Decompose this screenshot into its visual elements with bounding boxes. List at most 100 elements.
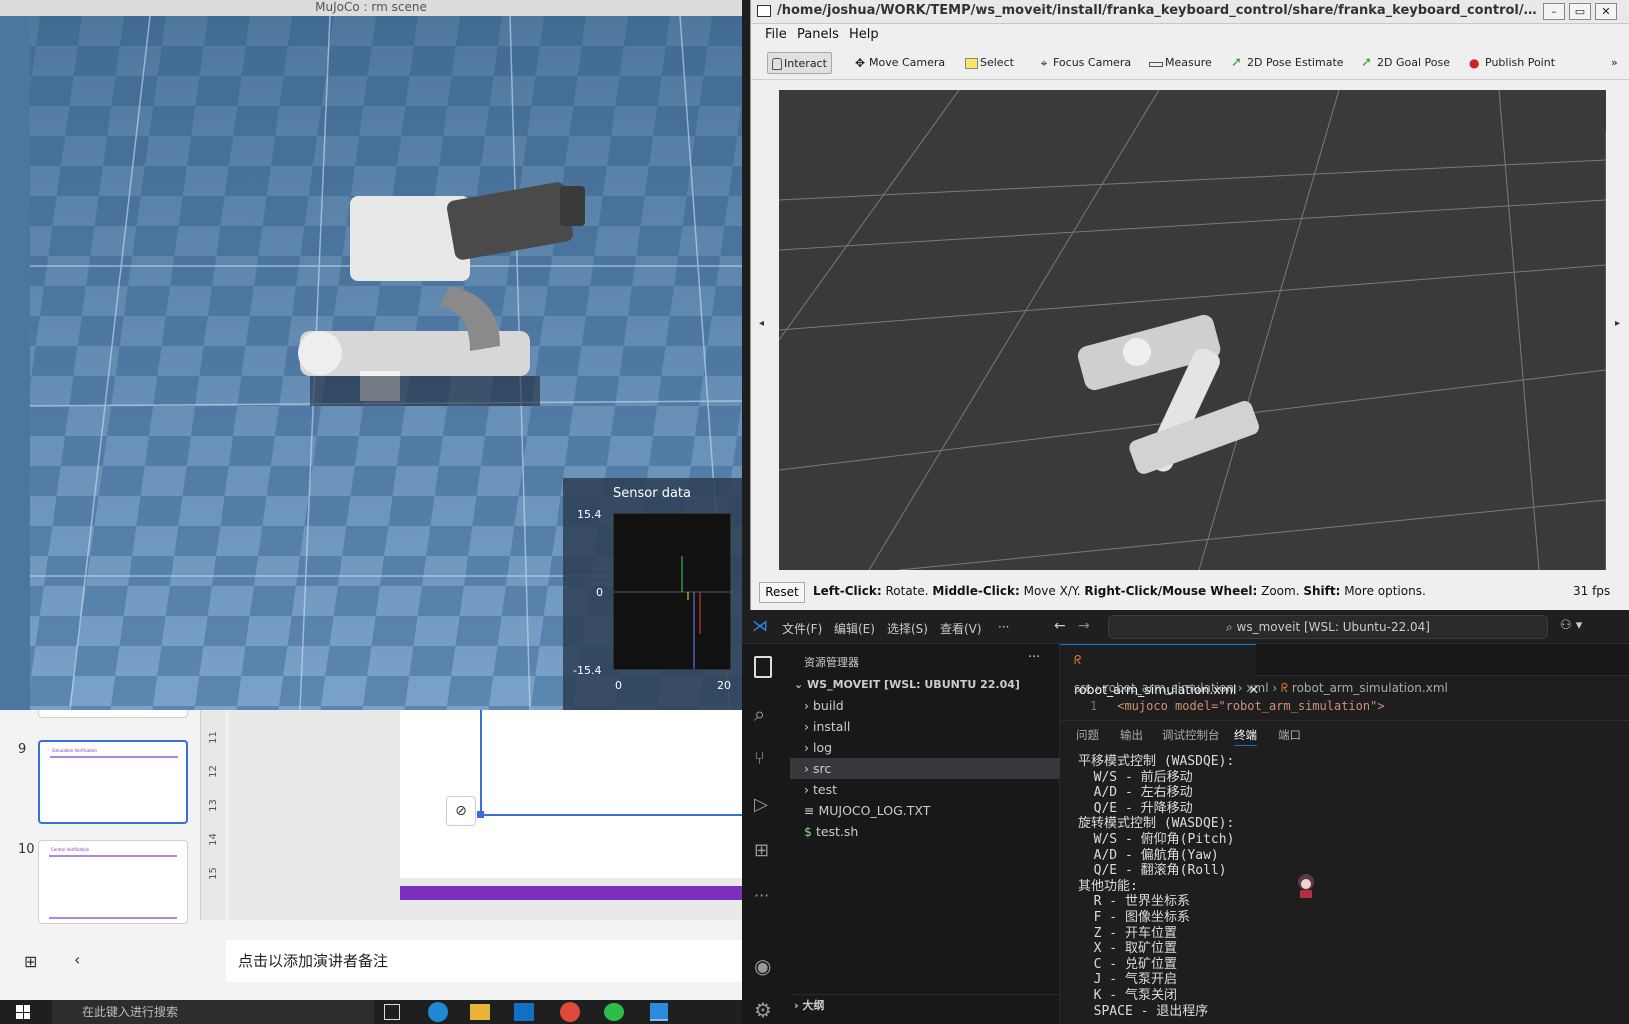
hide-pen-icon[interactable]: ⊘ xyxy=(446,796,476,826)
terminal-line: SPACE - 退出程序 xyxy=(1078,1003,1209,1019)
run-debug-icon[interactable]: ▷ xyxy=(754,794,778,818)
toolbar-overflow-icon[interactable]: » xyxy=(1607,52,1622,74)
task-view-icon[interactable] xyxy=(384,1004,400,1020)
chrome-icon[interactable] xyxy=(560,1002,580,1022)
slide-accent-bar xyxy=(400,886,742,900)
tree-folder-log[interactable]: › log xyxy=(790,737,1060,758)
tool-2d-pose-estimate[interactable]: ➚ 2D Pose Estimate xyxy=(1227,52,1348,74)
vscode-taskbar-icon[interactable] xyxy=(650,1003,668,1021)
collapse-left-icon[interactable]: ◂ xyxy=(759,318,764,329)
menu-more[interactable]: ··· xyxy=(998,620,1009,634)
source-control-icon[interactable]: ⑂ xyxy=(754,748,778,772)
wechat-icon[interactable] xyxy=(604,1003,624,1021)
slide-thumb-title: Control Verification xyxy=(51,847,90,852)
tool-select[interactable]: Select xyxy=(961,52,1018,74)
code-line[interactable]: 1 <mujoco model="robot_arm_simulation"> xyxy=(1060,696,1629,716)
panel-tab-output[interactable]: 输出 xyxy=(1120,727,1143,743)
explorer-more-icon[interactable]: ··· xyxy=(1028,650,1040,665)
window-icon xyxy=(757,5,771,17)
anime-sticker-icon xyxy=(1292,868,1320,900)
tool-measure[interactable]: Measure xyxy=(1145,52,1216,74)
tool-interact[interactable]: Interact xyxy=(767,52,832,74)
terminal-line: A/D - 偏航角(Yaw) xyxy=(1078,847,1219,863)
account-icon[interactable]: ◉ xyxy=(754,954,778,978)
selection-handle[interactable] xyxy=(477,811,484,818)
taskbar-search[interactable]: 在此键入进行搜索 xyxy=(52,1000,374,1024)
panel-tab-ports[interactable]: 端口 xyxy=(1278,727,1301,743)
menu-file[interactable]: File xyxy=(765,27,787,42)
minimize-button[interactable]: – xyxy=(1543,3,1565,20)
chevron-right-icon: › xyxy=(804,740,813,755)
tree-folder-install[interactable]: › install xyxy=(790,716,1060,737)
chevron-left-icon[interactable]: ‹ xyxy=(74,950,80,969)
slide-surface[interactable] xyxy=(400,710,742,878)
tree-folder-build[interactable]: › build xyxy=(790,695,1060,716)
tool-move-camera[interactable]: ✥ Move Camera xyxy=(849,52,949,74)
command-center[interactable]: ⌕ ws_moveit [WSL: Ubuntu-22.04] xyxy=(1108,615,1548,639)
sensor-ymax-tick: 15.4 xyxy=(577,508,602,521)
vscode-window: ⋊ 文件(F) 编辑(E) 选择(S) 查看(V) ··· ← → ⌕ ws_m… xyxy=(742,610,1629,1024)
tool-focus-camera[interactable]: ⌖ Focus Camera xyxy=(1033,52,1135,74)
panel-tab-debug-console[interactable]: 调试控制台 xyxy=(1162,727,1220,743)
more-views-icon[interactable]: ··· xyxy=(754,886,778,910)
forward-arrow-icon[interactable]: → xyxy=(1078,618,1090,634)
slide-editor-canvas[interactable]: ⊘ xyxy=(228,710,742,920)
editor-tabs: ᖇ robot_arm_simulation.xml ✕ xyxy=(1060,644,1629,697)
editor-tab-active[interactable]: ᖇ robot_arm_simulation.xml ✕ xyxy=(1060,644,1259,697)
settings-gear-icon[interactable]: ⚙ xyxy=(754,998,778,1022)
menu-help[interactable]: Help xyxy=(849,27,879,42)
terminal-line: W/S - 俯仰角(Pitch) xyxy=(1078,831,1235,847)
explorer-title: 资源管理器 xyxy=(804,656,859,669)
tool-2d-goal-pose[interactable]: ➚ 2D Goal Pose xyxy=(1357,52,1454,74)
sensor-xmax-tick: 20 xyxy=(717,679,731,692)
menu-panels[interactable]: Panels xyxy=(797,27,839,42)
menu-file[interactable]: 文件(F) xyxy=(782,620,822,637)
tree-folder-src[interactable]: › src xyxy=(790,758,1060,779)
tree-file-mujoco-log[interactable]: ≡ MUJOCO_LOG.TXT xyxy=(790,800,1060,821)
close-button[interactable]: ✕ xyxy=(1595,3,1617,20)
search-icon[interactable]: ⌕ xyxy=(754,702,778,726)
slide-thumb-9[interactable]: Simulation Verification xyxy=(38,740,188,824)
workspace-root[interactable]: ⌄ WS_MOVEIT [WSL: UBUNTU 22.04] xyxy=(790,674,1060,695)
rviz-3d-view[interactable] xyxy=(779,90,1606,570)
menu-view[interactable]: 查看(V) xyxy=(940,620,982,637)
panel-tab-problems[interactable]: 问题 xyxy=(1076,727,1099,743)
sensor-xmin-tick: 0 xyxy=(615,679,622,692)
speaker-notes[interactable]: 点击以添加演讲者备注 xyxy=(226,940,742,982)
map-pin-icon: ● xyxy=(1469,56,1480,70)
tree-folder-test[interactable]: › test xyxy=(790,779,1060,800)
slide-thumb-10[interactable]: Control Verification xyxy=(38,840,188,924)
slide-thumb-prev[interactable] xyxy=(38,710,188,718)
edge-icon[interactable] xyxy=(428,1002,448,1022)
copilot-icon[interactable]: ⚇ ▾ xyxy=(1560,618,1582,633)
select-box-icon xyxy=(965,57,978,69)
rviz-titlebar[interactable]: /home/joshua/WORK/TEMP/ws_moveit/install… xyxy=(751,0,1629,24)
collapse-right-icon[interactable]: ▸ xyxy=(1615,318,1620,329)
reset-button[interactable]: Reset xyxy=(759,582,805,603)
tool-publish-point[interactable]: ● Publish Point xyxy=(1465,52,1559,74)
terminal-line: F - 图像坐标系 xyxy=(1078,909,1190,925)
chevron-right-icon: › xyxy=(804,761,813,776)
menu-edit[interactable]: 编辑(E) xyxy=(834,620,875,637)
panel-tab-terminal[interactable]: 终端 xyxy=(1234,727,1257,746)
outline-section[interactable]: › 大纲 xyxy=(790,994,1060,1015)
activity-bar: ⌕ ⑂ ▷ ⊞ ··· ◉ ⚙ xyxy=(742,644,790,1024)
status-hint: Left-Click: Rotate. Middle-Click: Move X… xyxy=(813,584,1426,598)
terminal-output[interactable]: 平移模式控制 (WASDQE): W/S - 前后移动 A/D - 左右移动 Q… xyxy=(1060,754,1629,1024)
ruler-icon xyxy=(1149,62,1163,67)
menu-selection[interactable]: 选择(S) xyxy=(887,620,928,637)
back-arrow-icon[interactable]: ← xyxy=(1054,618,1066,634)
explorer-sidebar: 资源管理器 ··· ⌄ WS_MOVEIT [WSL: UBUNTU 22.04… xyxy=(790,644,1060,1024)
explorer-icon[interactable] xyxy=(754,656,772,678)
windows-start-icon[interactable] xyxy=(16,1005,30,1019)
file-explorer-icon[interactable] xyxy=(470,1004,490,1020)
maximize-button[interactable]: ▭ xyxy=(1569,3,1591,20)
tree-file-test-sh[interactable]: $ test.sh xyxy=(790,821,1060,842)
rviz-grid xyxy=(779,90,1606,570)
outlook-icon[interactable] xyxy=(514,1003,534,1021)
extensions-icon[interactable]: ⊞ xyxy=(754,840,778,864)
grid-view-icon[interactable]: ⊞ xyxy=(24,952,37,971)
editor-area: ᖇ robot_arm_simulation.xml ✕ src › robot_… xyxy=(1060,644,1629,1024)
slide-thumb-title: Simulation Verification xyxy=(52,748,98,753)
selection-line xyxy=(480,710,482,816)
